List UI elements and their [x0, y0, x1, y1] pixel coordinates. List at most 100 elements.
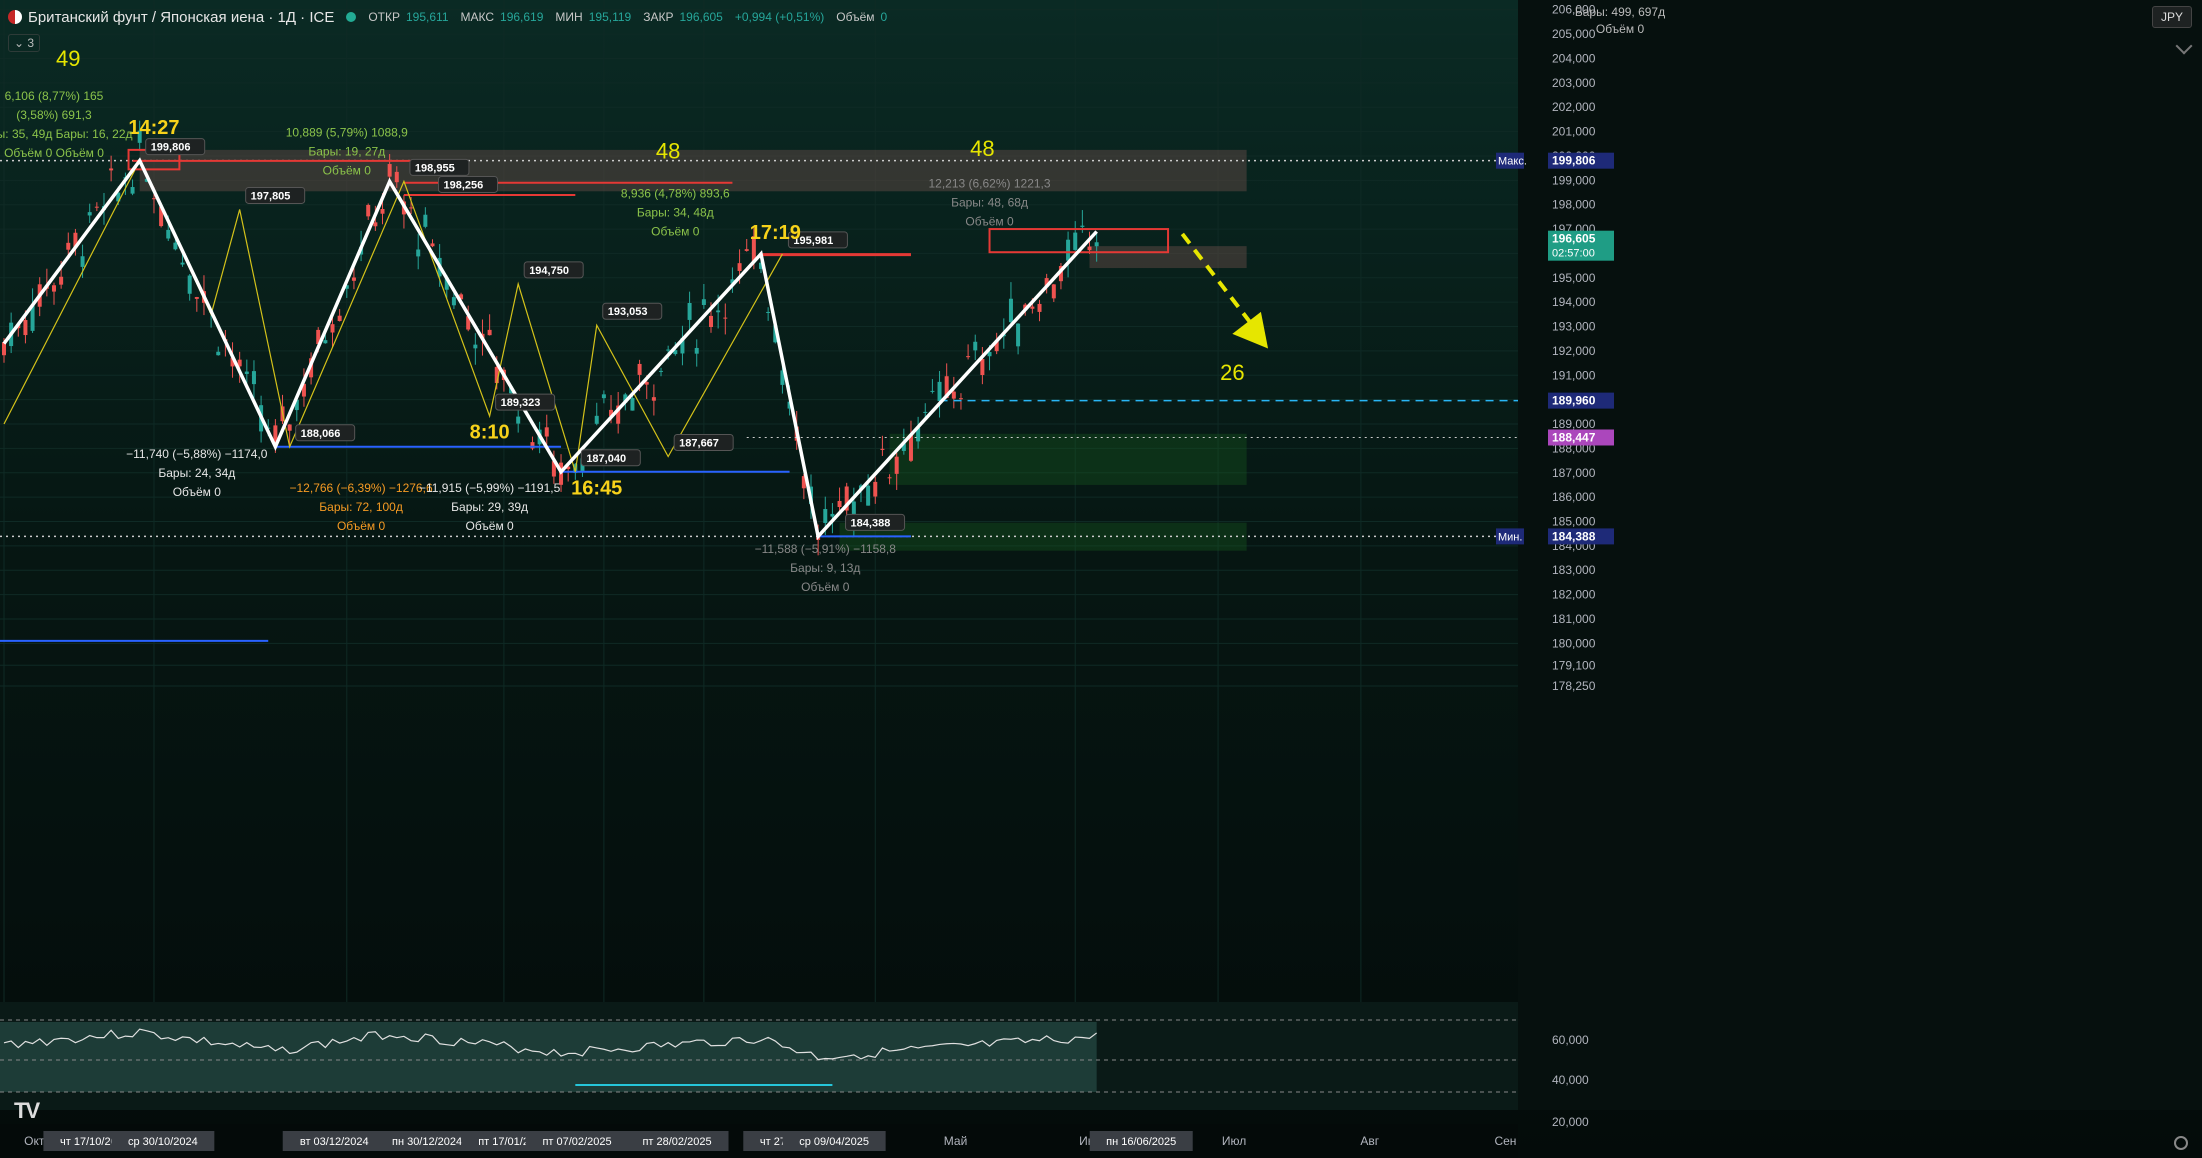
- candle-body: [830, 513, 835, 517]
- count-label-1: 48: [656, 138, 680, 163]
- candle-body: [473, 344, 478, 349]
- price-badge-4: 184,388: [1552, 529, 1596, 543]
- candle-body: [744, 249, 749, 251]
- price-badge-3: 188,447: [1552, 430, 1596, 444]
- candle-body: [87, 212, 92, 216]
- measure-text-7-2: Бары: 35, 49д Бары: 16, 22д: [0, 127, 133, 141]
- y-tick-21: 185,000: [1552, 514, 1596, 528]
- swing-label-7: 187,040: [586, 453, 626, 465]
- candle-body: [1030, 306, 1035, 309]
- measure-text-7-1: (3,58%) 691,3: [16, 108, 92, 122]
- y-tick-12: 194,000: [1552, 295, 1596, 309]
- x-marker-5: пт 07/02/2025: [542, 1136, 611, 1148]
- measure-text-4-0: 8,936 (4,78%) 893,6: [621, 186, 730, 200]
- swing-label-4: 198,256: [443, 179, 483, 191]
- candle-body: [394, 171, 399, 183]
- price-badge-label-0: Макс.: [1498, 156, 1527, 168]
- support-zone: [889, 433, 1247, 485]
- price-badge-1: 196,605: [1552, 232, 1596, 246]
- price-badge-0: 199,806: [1552, 154, 1596, 168]
- price-badge-2: 189,960: [1552, 394, 1596, 408]
- candle-body: [166, 229, 171, 239]
- candle-body: [94, 206, 99, 208]
- candle-body: [973, 341, 978, 351]
- symbol-header: Британский фунт / Японская иена · 1Д · I…: [8, 6, 893, 28]
- swing-label-2: 188,066: [301, 428, 341, 440]
- oscillator-band: [0, 1022, 1097, 1092]
- candle-body: [937, 381, 942, 402]
- candle-body: [1051, 284, 1056, 299]
- candle-body: [1008, 298, 1013, 323]
- candle-body: [380, 208, 385, 214]
- candle-body: [594, 415, 599, 424]
- gbp-jpy-flag-icon: [8, 10, 22, 24]
- candle-body: [659, 370, 664, 372]
- currency-button[interactable]: JPY: [2151, 6, 2192, 28]
- candle-body: [687, 302, 692, 320]
- candle-body: [766, 311, 771, 313]
- candle-body: [544, 427, 549, 437]
- y-tick-13: 193,000: [1552, 320, 1596, 334]
- measure-text-5-1: Бары: 48, 68д: [951, 196, 1028, 210]
- projection-arrowhead-icon: [1232, 311, 1269, 349]
- measure-text-7-0: 6,106 (8,77%) 165: [5, 89, 104, 103]
- symbol-title[interactable]: Британский фунт / Японская иена · 1Д · I…: [28, 9, 334, 26]
- candle-body: [173, 242, 178, 250]
- candle-body: [287, 424, 292, 431]
- gear-icon[interactable]: [2174, 1136, 2188, 1150]
- candle-body: [1073, 232, 1078, 250]
- chart-stage[interactable]: 199,806 197,805 188,066 198,955 198,256 194,7…: [0, 0, 2202, 1158]
- candle-body: [887, 477, 892, 479]
- measure-text-3-2: Объём 0: [323, 163, 372, 177]
- swing-label-9: 187,667: [679, 437, 719, 449]
- market-status-icon: [346, 12, 357, 22]
- swing-label-5: 194,750: [529, 265, 569, 277]
- tradingview-logo[interactable]: TV: [14, 1098, 40, 1124]
- open-value: 195,611: [406, 10, 449, 24]
- candle-body: [409, 207, 414, 209]
- volume-label: Объём: [836, 10, 875, 24]
- time-label-3: 17:19: [750, 222, 801, 244]
- candle-body: [451, 297, 456, 306]
- volume-value: 0: [880, 10, 888, 24]
- candle-body: [930, 390, 935, 392]
- candle-body: [958, 398, 963, 400]
- candle-body: [216, 351, 221, 356]
- close-label: ЗАКР: [643, 10, 674, 24]
- swing-label-8: 193,053: [608, 306, 648, 318]
- time-label-0: 14:27: [128, 117, 179, 139]
- candle-body: [80, 256, 85, 267]
- candle-body: [1037, 303, 1042, 312]
- candle-body: [823, 509, 828, 523]
- time-label-2: 16:45: [571, 478, 622, 500]
- price-badge-extra-1: 02:57:00: [1552, 248, 1595, 260]
- measure-text-7-3: Объём 0 Объём 0: [4, 146, 104, 160]
- indicators-toggle[interactable]: ⌄ 3: [8, 34, 41, 52]
- osc-tick-1: 40,000: [1552, 1073, 1589, 1087]
- y-tick-7: 199,000: [1552, 173, 1596, 187]
- osc-tick-2: 20,000: [1552, 1115, 1589, 1129]
- candle-body: [251, 371, 256, 385]
- candle-body: [59, 276, 64, 285]
- y-tick-20: 186,000: [1552, 490, 1596, 504]
- candle-body: [694, 347, 699, 354]
- candle-body: [923, 411, 928, 413]
- y-tick-11: 195,000: [1552, 271, 1596, 285]
- candle-body: [837, 500, 842, 508]
- measure-text-5-0: 12,213 (6,62%) 1221,3: [928, 177, 1050, 191]
- candle-body: [1094, 242, 1099, 247]
- candle-body: [630, 398, 635, 411]
- y-tick-19: 187,000: [1552, 466, 1596, 480]
- candle-body: [430, 243, 435, 247]
- price-chart[interactable]: 199,806 197,805 188,066 198,955 198,256 194,7…: [0, 0, 2202, 1158]
- candle-body: [709, 315, 714, 327]
- high-value: 196,619: [500, 10, 544, 24]
- x-month-label-3: Июл: [1222, 1134, 1246, 1148]
- candle-body: [180, 262, 185, 265]
- candle-body: [723, 317, 728, 319]
- count-label-2: 48: [970, 136, 994, 161]
- y-tick-17: 189,000: [1552, 417, 1596, 431]
- price-axis-bg: [1518, 0, 2202, 1110]
- candle-body: [666, 349, 671, 351]
- candle-body: [373, 222, 378, 227]
